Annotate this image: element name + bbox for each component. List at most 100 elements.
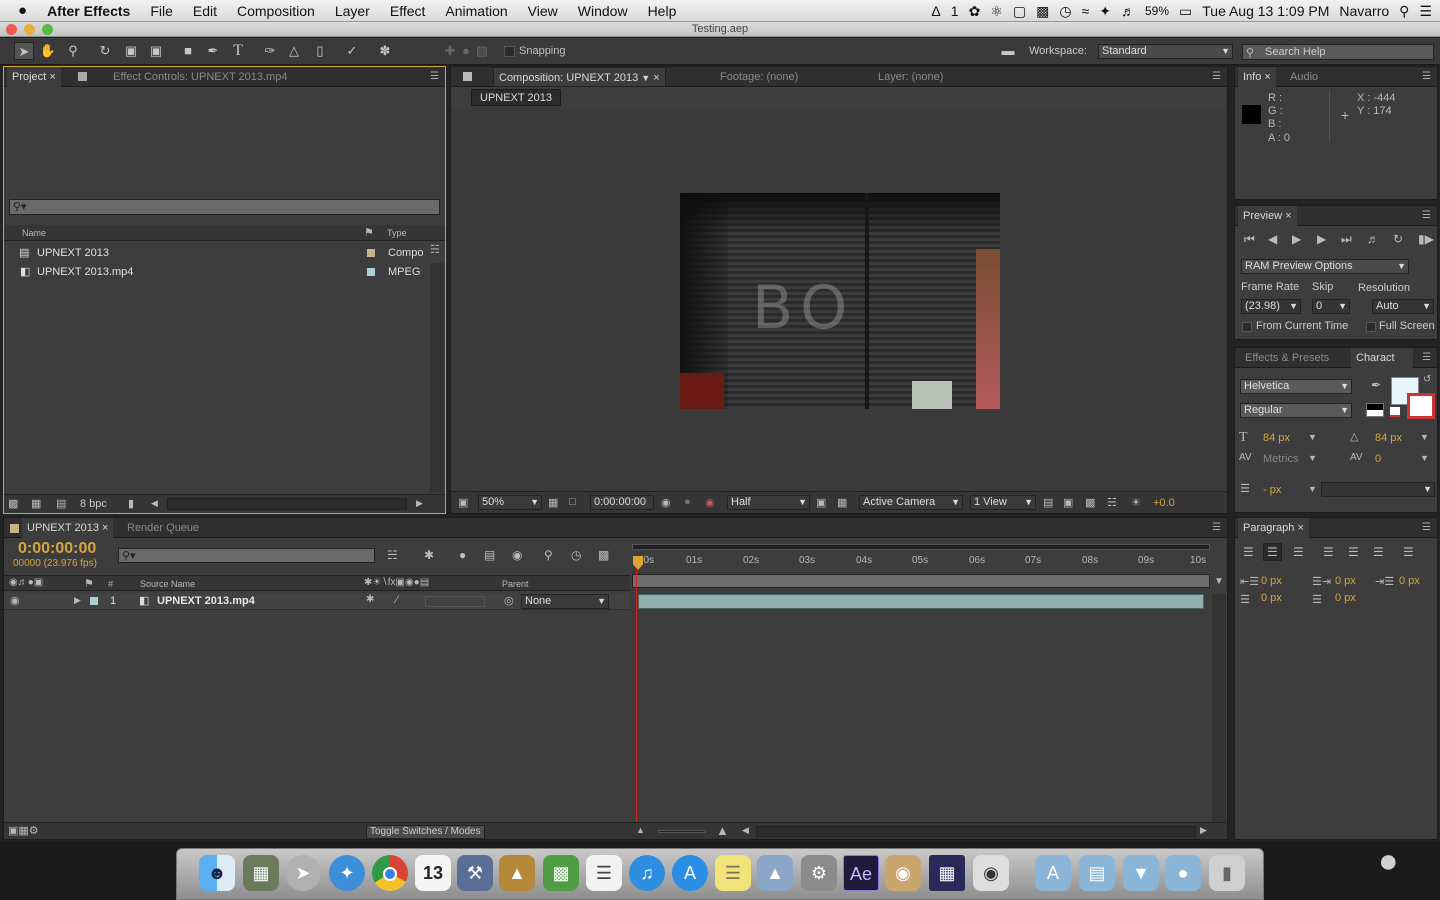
frame-blending-icon[interactable]: ▤ [484, 548, 495, 562]
flowchart-icon[interactable]: ☵ [430, 243, 444, 257]
pan-behind-tool-icon[interactable]: ▣ [146, 42, 166, 60]
stroke-width-value[interactable]: - px [1263, 484, 1281, 496]
panel-menu-icon[interactable]: ☰ [1212, 522, 1221, 533]
tab-composition[interactable]: Composition: UPNEXT 2013 ▼ × [493, 67, 666, 87]
itunes-icon[interactable]: ♫ [629, 855, 665, 891]
tab-info[interactable]: Info × [1238, 67, 1276, 87]
no-fill-icon[interactable] [1390, 407, 1400, 417]
sync-icon[interactable]: ⚛ [990, 3, 1003, 20]
view-layout-dropdown[interactable]: 1 View ▼ [970, 495, 1036, 510]
menu-view[interactable]: View [518, 3, 568, 19]
app-menu[interactable]: After Effects [37, 3, 140, 19]
puppet-pin-tool-icon[interactable]: ✽ [375, 42, 395, 60]
notification-center-icon[interactable]: ☰ [1419, 3, 1432, 20]
menu-help[interactable]: Help [638, 3, 687, 19]
space-before-value[interactable]: 0 px [1261, 592, 1282, 604]
from-current-time-checkbox[interactable] [1242, 322, 1252, 332]
previous-frame-icon[interactable]: ◀ [1268, 232, 1277, 246]
scroll-left-icon[interactable]: ◀ [151, 498, 158, 509]
comp-button-icon[interactable]: ▼ [1214, 576, 1226, 588]
label-tag-icon[interactable]: ⚑ [364, 226, 374, 239]
battery-percent[interactable]: 59% [1145, 4, 1169, 18]
motion-blur-icon[interactable]: ◉ [512, 548, 522, 562]
clone-stamp-tool-icon[interactable]: △ [284, 42, 304, 60]
pen-tool-icon[interactable]: ✒ [203, 42, 223, 60]
tab-preview[interactable]: Preview × [1238, 206, 1297, 226]
apple-menu-icon[interactable]: ● [0, 2, 37, 19]
close-icon[interactable]: × [49, 71, 55, 83]
bit-depth[interactable]: 8 bpc [80, 498, 107, 510]
chevron-down-icon[interactable]: ▼ [641, 73, 650, 83]
safe-margins-icon[interactable]: ▦ [548, 496, 558, 509]
launchpad-icon[interactable]: ➤ [285, 855, 321, 891]
parent-dropdown[interactable]: None ▼ [521, 594, 609, 609]
composition-mini-flowchart-icon[interactable]: ☵ [387, 548, 398, 562]
close-button[interactable] [6, 24, 17, 35]
time-machine-icon[interactable]: ◷ [1059, 3, 1071, 20]
close-icon[interactable]: × [102, 522, 108, 534]
workspace-panel-icon[interactable]: ▬ [998, 42, 1018, 60]
horizontal-scrollbar[interactable] [167, 498, 407, 510]
eyedropper-icon[interactable]: ✒ [1371, 378, 1381, 392]
region-of-interest-icon[interactable]: ▣ [816, 496, 826, 509]
snapshot-icon[interactable]: ◉ [661, 496, 671, 509]
documents-folder-icon[interactable]: ▤ [1079, 855, 1115, 891]
system-preferences-icon[interactable]: ⚙ [801, 855, 837, 891]
quality-switch-icon[interactable]: ∕ [396, 594, 398, 606]
always-preview-icon[interactable]: ▣ [458, 496, 468, 509]
chevron-down-icon[interactable]: ▼ [1308, 453, 1317, 463]
font-family-dropdown[interactable]: Helvetica ▼ [1240, 379, 1352, 394]
preview-app-icon[interactable]: ▲ [757, 855, 793, 891]
wifi-icon[interactable]: ≈ [1082, 3, 1090, 19]
label-tag-icon[interactable]: ⚑ [84, 577, 94, 590]
flowchart-icon[interactable]: ☵ [1107, 496, 1117, 509]
resolution-dropdown[interactable]: Auto ▼ [1372, 299, 1434, 314]
camera-tool-icon[interactable]: ▣ [121, 42, 141, 60]
timeline-current-time[interactable]: 0:00:00:00 [18, 540, 96, 558]
layer-duration-bar[interactable] [638, 594, 1204, 609]
pick-whip-icon[interactable]: ◎ [504, 594, 514, 607]
current-time-field[interactable]: 0:00:00:00 [590, 495, 654, 510]
close-icon[interactable]: × [653, 72, 659, 84]
tab-render-queue[interactable]: Render Queue [122, 518, 204, 538]
menu-file[interactable]: File [140, 3, 183, 19]
image-capture-icon[interactable]: ◉ [885, 855, 921, 891]
clock[interactable]: Tue Aug 13 1:09 PM [1202, 3, 1329, 19]
indent-right-value[interactable]: 0 px [1335, 575, 1356, 587]
first-line-indent-value[interactable]: 0 px [1399, 575, 1420, 587]
safari-icon[interactable]: ✦ [329, 855, 365, 891]
justify-all-icon[interactable]: ☰ [1403, 545, 1414, 559]
fast-previews-icon[interactable]: ▣ [1063, 496, 1073, 509]
ram-preview-options-dropdown[interactable]: RAM Preview Options ▼ [1241, 259, 1409, 274]
chevron-down-icon[interactable]: ▼ [1420, 453, 1429, 463]
justify-last-left-icon[interactable]: ☰ [1323, 545, 1334, 559]
skip-dropdown[interactable]: 0 ▼ [1312, 299, 1350, 314]
space-after-value[interactable]: 0 px [1335, 592, 1356, 604]
close-icon[interactable]: × [1264, 71, 1270, 83]
panel-menu-icon[interactable]: ☰ [1422, 352, 1431, 363]
scroll-right-icon[interactable]: ▶ [1200, 825, 1207, 836]
next-frame-icon[interactable]: ▶ [1317, 232, 1326, 246]
clipboard-icon[interactable]: ▩ [1036, 3, 1049, 20]
selection-tool-icon[interactable]: ➤ [14, 42, 34, 60]
chrome-icon[interactable] [372, 855, 408, 891]
layer-source-name[interactable]: UPNEXT 2013.mp4 [157, 595, 255, 607]
mute-audio-icon[interactable]: ♬ [1367, 232, 1379, 246]
lock-icon[interactable] [78, 72, 87, 81]
leading-value[interactable]: 84 px [1375, 432, 1402, 444]
keynote-icon[interactable]: ▲ [499, 855, 535, 891]
tab-timeline[interactable]: UPNEXT 2013 × [22, 518, 114, 538]
downloads-folder-icon[interactable]: ▼ [1123, 855, 1159, 891]
zoom-out-icon[interactable]: ▲ [636, 825, 645, 835]
timeline-search-field[interactable]: ⚲▾ [118, 548, 375, 563]
rotate-tool-icon[interactable]: ↻ [95, 42, 115, 60]
default-colors-icon[interactable] [1366, 403, 1384, 417]
tab-audio[interactable]: Audio [1285, 67, 1323, 87]
font-style-dropdown[interactable]: Regular ▼ [1240, 403, 1352, 418]
expand-arrow-icon[interactable]: ▶ [74, 595, 81, 606]
work-area-bar[interactable] [632, 574, 1210, 588]
interpret-footage-icon[interactable]: ▩ [8, 497, 18, 510]
rectangle-tool-icon[interactable]: ■ [178, 42, 198, 60]
loop-icon[interactable]: ↻ [1393, 232, 1403, 246]
brainstorm-icon[interactable]: ⚲ [544, 548, 553, 562]
